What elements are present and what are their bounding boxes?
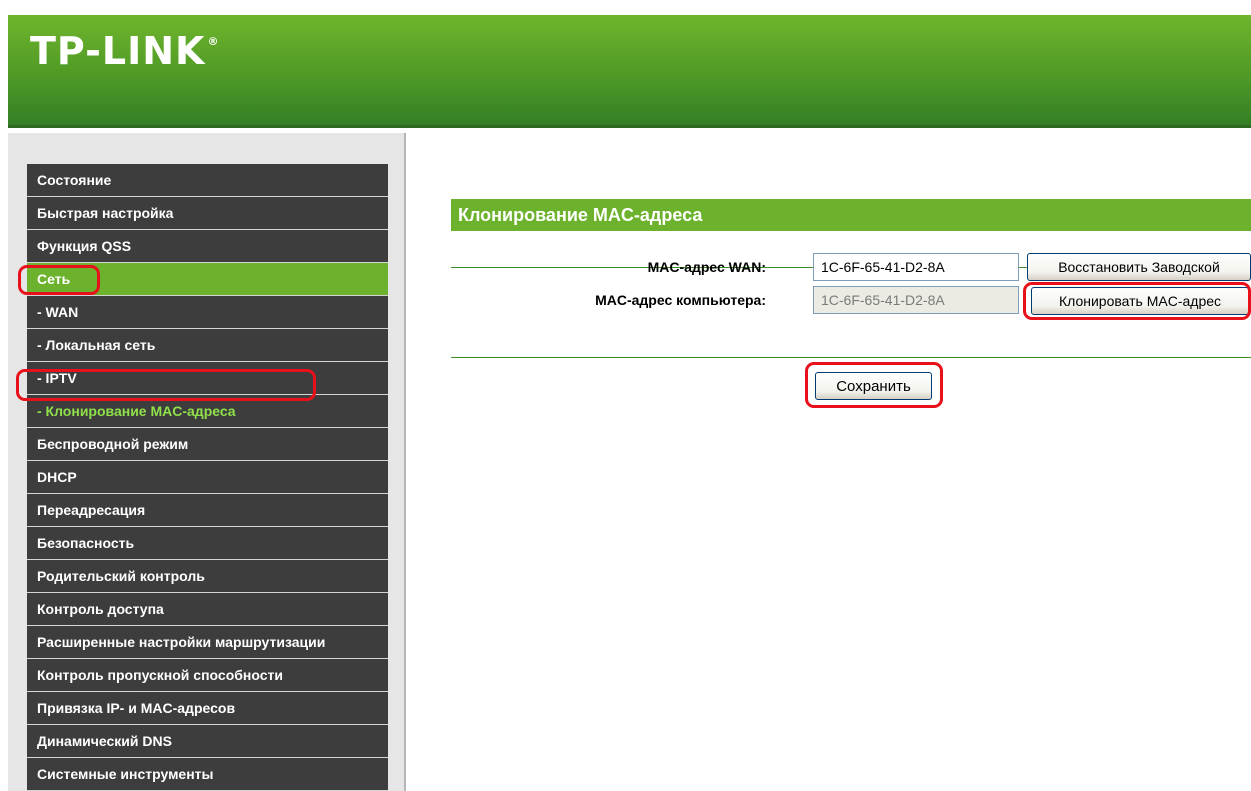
sidebar-item-ip-mac-binding[interactable]: Привязка IP- и MAC-адресов — [27, 692, 388, 725]
page-title: Клонирование MAC-адреса — [458, 205, 703, 225]
router-admin-page: TP-LINK ® Состояние Быстрая настройка Фун… — [0, 0, 1251, 791]
restore-default-mac-button[interactable]: Восстановить Заводской — [1027, 253, 1251, 281]
sidebar-item-access-control[interactable]: Контроль доступа — [27, 593, 388, 626]
tp-link-logo: TP-LINK ® — [30, 29, 220, 73]
save-button[interactable]: Сохранить — [815, 372, 932, 400]
sidebar-item-wan[interactable]: - WAN — [27, 296, 388, 329]
sidebar-item-qss[interactable]: Функция QSS — [27, 230, 388, 263]
sidebar-item-iptv[interactable]: - IPTV — [27, 362, 388, 395]
wan-mac-label: MAC-адрес WAN: — [647, 259, 766, 275]
sidebar-item-ddns[interactable]: Динамический DNS — [27, 725, 388, 758]
registered-mark: ® — [207, 35, 220, 48]
pc-mac-field — [813, 286, 1019, 314]
wan-mac-field[interactable] — [813, 253, 1019, 281]
sidebar-item-parental-control[interactable]: Родительский контроль — [27, 560, 388, 593]
logo-text: TP-LINK — [30, 29, 206, 73]
pc-mac-label: MAC-адрес компьютера: — [595, 292, 766, 308]
sidebar-item-advanced-routing[interactable]: Расширенные настройки маршрутизации — [27, 626, 388, 659]
clone-mac-button[interactable]: Клонировать MAC-адрес — [1031, 287, 1249, 315]
sidebar-item-bandwidth-control[interactable]: Контроль пропускной способности — [27, 659, 388, 692]
sidebar-item-wireless[interactable]: Беспроводной режим — [27, 428, 388, 461]
sidebar-item-security[interactable]: Безопасность — [27, 527, 388, 560]
sidebar-item-forwarding[interactable]: Переадресация — [27, 494, 388, 527]
form-bottom-divider — [451, 357, 1251, 358]
sidebar-item-status[interactable]: Состояние — [27, 164, 388, 197]
sidebar-item-system-tools[interactable]: Системные инструменты — [27, 758, 388, 791]
sidebar-item-mac-clone[interactable]: - Клонирование MAC-адреса — [27, 395, 388, 428]
header-divider — [8, 125, 1251, 128]
sidebar-menu: Состояние Быстрая настройка Функция QSS … — [27, 164, 388, 791]
sidebar-item-lan[interactable]: - Локальная сеть — [27, 329, 388, 362]
sidebar-item-quick-setup[interactable]: Быстрая настройка — [27, 197, 388, 230]
sidebar-item-network[interactable]: Сеть — [27, 263, 388, 296]
sidebar-item-dhcp[interactable]: DHCP — [27, 461, 388, 494]
